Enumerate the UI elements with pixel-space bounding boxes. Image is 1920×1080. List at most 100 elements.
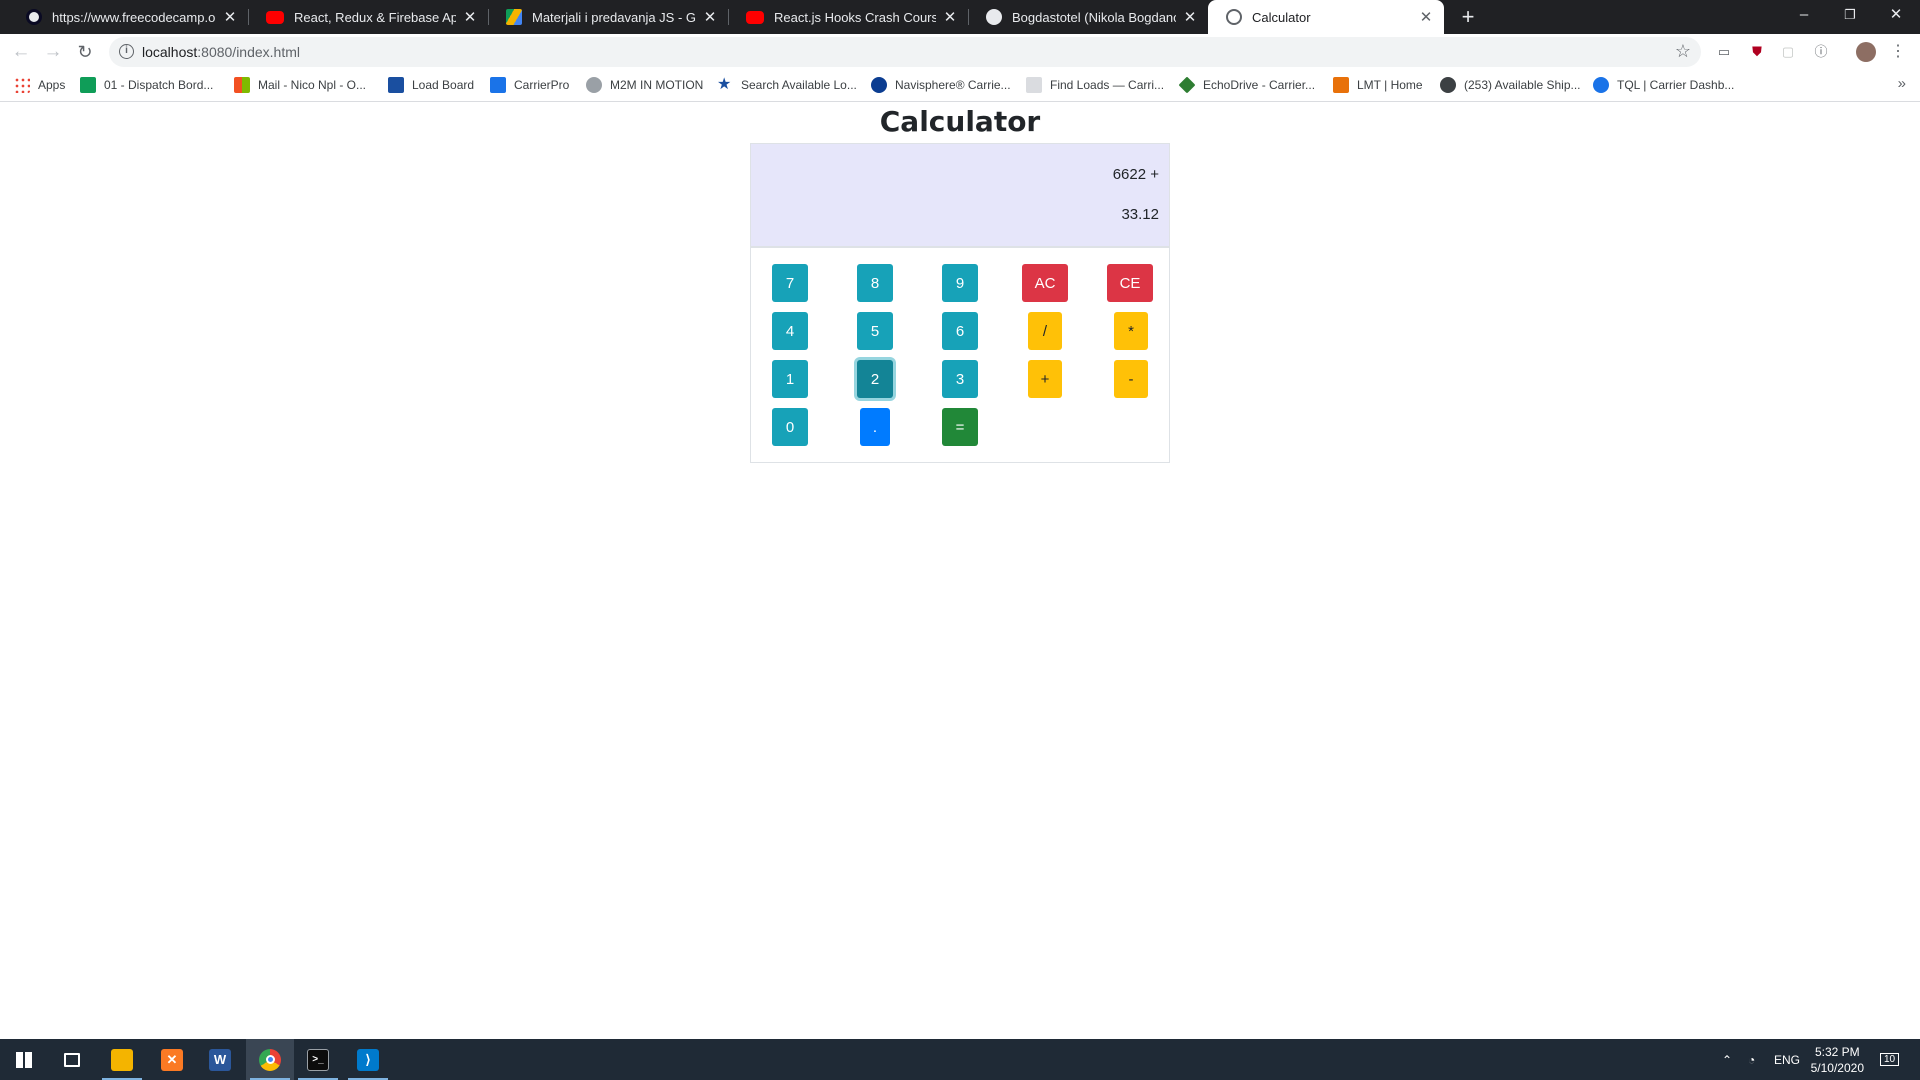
extension-info-icon[interactable]: ⓘ (1811, 42, 1831, 62)
add-button[interactable]: + (1028, 360, 1062, 398)
maximize-button[interactable]: ❐ (1828, 0, 1872, 30)
equals-button[interactable]: = (942, 408, 978, 446)
tab-title: https://www.freecodecamp.org/l (52, 9, 216, 25)
ublock-icon[interactable]: ⛊ (1747, 42, 1767, 62)
vscode-glyph-icon: ⟩ (357, 1048, 379, 1071)
bookmark-carrierpro[interactable]: CarrierPro (490, 77, 569, 93)
tab-calculator[interactable]: Calculator ✕ (1208, 0, 1444, 34)
bookmark-label: TQL | Carrier Dashb... (1617, 78, 1735, 92)
windows-start-icon[interactable] (0, 1039, 48, 1080)
chevron-double-right-icon[interactable]: » (1898, 75, 1906, 92)
tab-google-drive[interactable]: Materjali i predavanja JS - Googl ✕ (488, 0, 728, 34)
windows-logo-icon (16, 1051, 32, 1068)
extension-icon[interactable]: ▢ (1778, 42, 1798, 62)
address-url[interactable]: localhost:8080/index.html (142, 44, 300, 60)
bookmark-label: LMT | Home (1357, 78, 1423, 92)
info-icon[interactable]: i (119, 44, 134, 59)
subtract-button[interactable]: - (1114, 360, 1148, 398)
tab-title: React.js Hooks Crash Course - Yo (774, 9, 936, 25)
bookmark-label: Navisphere® Carrie... (895, 78, 1011, 92)
bookmark-lmt[interactable]: LMT | Home (1333, 77, 1423, 93)
sheets-icon (80, 77, 96, 93)
system-clock[interactable]: 5:32 PM 5/10/2020 (1811, 1044, 1864, 1076)
youtube-icon (266, 10, 284, 24)
tab-react-redux[interactable]: React, Redux & Firebase App Tut ✕ (248, 0, 488, 34)
vscode-icon[interactable]: ⟩ (344, 1039, 392, 1080)
carrierpro-icon (490, 77, 506, 93)
bookmark-apps[interactable]: Apps (14, 77, 65, 93)
word-icon[interactable]: W (196, 1039, 244, 1080)
tab-freecodecamp[interactable]: https://www.freecodecamp.org/l ✕ (8, 0, 248, 34)
google-drive-icon (506, 9, 522, 25)
close-icon[interactable]: ✕ (462, 8, 478, 26)
key-2[interactable]: 2 (857, 360, 893, 398)
bookmark-echodrive[interactable]: EchoDrive - Carrier... (1178, 76, 1315, 94)
bookmark-label: M2M IN MOTION (610, 78, 704, 92)
key-1[interactable]: 1 (772, 360, 808, 398)
bookmark-find-loads[interactable]: Find Loads — Carri... (1026, 77, 1164, 93)
new-tab-button[interactable]: + (1455, 4, 1481, 30)
freecodecamp-icon (26, 9, 42, 25)
bookmark-available-ship[interactable]: (253) Available Ship... (1440, 77, 1581, 93)
key-3[interactable]: 3 (942, 360, 978, 398)
forward-arrow-icon[interactable]: → (40, 39, 66, 65)
notification-count: 10 (1880, 1053, 1900, 1066)
xampp-glyph-icon: ✕ (161, 1048, 183, 1071)
task-view-icon[interactable] (48, 1039, 96, 1080)
tab-react-hooks[interactable]: React.js Hooks Crash Course - Yo ✕ (728, 0, 968, 34)
key-4[interactable]: 4 (772, 312, 808, 350)
bookmark-tql[interactable]: TQL | Carrier Dashb... (1593, 77, 1734, 93)
back-arrow-icon[interactable]: ← (8, 39, 34, 65)
minimize-button[interactable]: – (1782, 0, 1826, 30)
bookmark-m2m[interactable]: M2M IN MOTION (586, 77, 703, 93)
bookmark-mail[interactable]: Mail - Nico Npl - O... (234, 77, 366, 93)
address-bar[interactable]: i localhost:8080/index.html ☆ (109, 37, 1701, 67)
tray-chevron-icon[interactable]: ⌃ (1722, 1039, 1732, 1080)
apps-grid-icon (14, 77, 30, 93)
close-icon[interactable]: ✕ (702, 8, 718, 26)
word-glyph-icon: W (209, 1048, 231, 1071)
key-6[interactable]: 6 (942, 312, 978, 350)
echo-icon (1178, 76, 1196, 94)
menu-dots-icon[interactable]: ⋮ (1888, 42, 1908, 62)
bookmark-load-board[interactable]: Load Board (388, 77, 474, 93)
language-indicator[interactable]: ENG (1774, 1039, 1800, 1080)
file-explorer-icon[interactable] (98, 1039, 146, 1080)
clear-entry-button[interactable]: CE (1107, 264, 1153, 302)
tab-title: React, Redux & Firebase App Tut (294, 9, 456, 25)
key-7[interactable]: 7 (772, 264, 808, 302)
close-window-button[interactable]: ✕ (1874, 0, 1918, 30)
tab-strip: https://www.freecodecamp.org/l ✕ React, … (0, 0, 1920, 34)
decimal-button[interactable]: . (860, 408, 890, 446)
bookmark-dispatch-board[interactable]: 01 - Dispatch Bord... (80, 77, 213, 93)
cast-icon[interactable]: ▭ (1714, 42, 1734, 62)
close-icon[interactable]: ✕ (942, 8, 958, 26)
reload-icon[interactable]: ↻ (72, 39, 98, 65)
bookmark-search-loads[interactable]: ★ Search Available Lo... (717, 77, 857, 93)
notification-center-icon[interactable]: 10 (1880, 1039, 1900, 1080)
key-9[interactable]: 9 (942, 264, 978, 302)
lmt-icon (1333, 77, 1349, 93)
bookmark-label: (253) Available Ship... (1464, 78, 1581, 92)
close-icon[interactable]: ✕ (1182, 8, 1198, 26)
close-icon[interactable]: ✕ (1418, 8, 1434, 26)
multiply-button[interactable]: * (1114, 312, 1148, 350)
clock-date: 5/10/2020 (1810, 1061, 1864, 1075)
key-8[interactable]: 8 (857, 264, 893, 302)
display-formula: 6622 + (1112, 166, 1159, 183)
terminal-icon[interactable]: >_ (294, 1039, 342, 1080)
bookmark-star-icon[interactable]: ☆ (1675, 41, 1691, 62)
youtube-icon (746, 10, 764, 24)
divide-button[interactable]: / (1028, 312, 1062, 350)
all-clear-button[interactable]: AC (1022, 264, 1068, 302)
tab-github[interactable]: Bogdastotel (Nikola Bogdanovic) ✕ (968, 0, 1208, 34)
bookmark-navisphere[interactable]: Navisphere® Carrie... (871, 77, 1011, 93)
xampp-icon[interactable]: ✕ (148, 1039, 196, 1080)
key-0[interactable]: 0 (772, 408, 808, 446)
network-icon[interactable]: ◔ (1748, 1039, 1755, 1080)
key-5[interactable]: 5 (857, 312, 893, 350)
tab-title: Bogdastotel (Nikola Bogdanovic) (1012, 9, 1176, 25)
close-icon[interactable]: ✕ (222, 8, 238, 26)
avatar[interactable] (1856, 42, 1876, 62)
chrome-icon[interactable] (246, 1039, 294, 1080)
